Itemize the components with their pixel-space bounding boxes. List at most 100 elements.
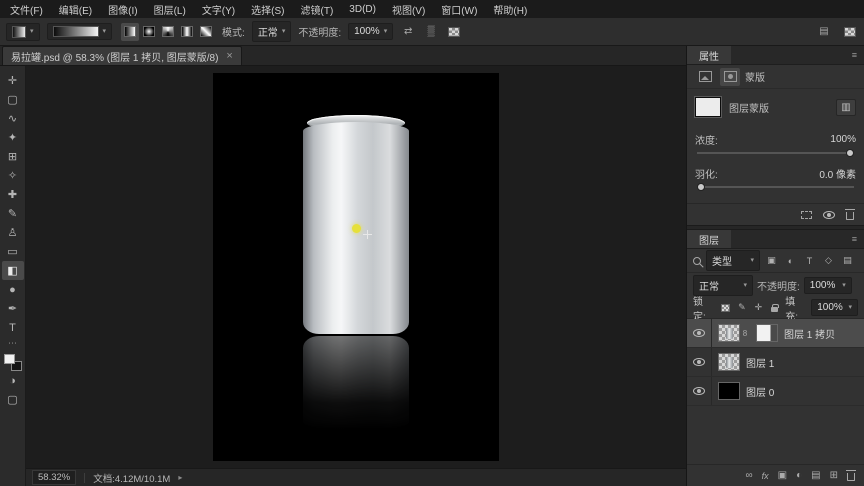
layer-name[interactable]: 图层 1 拷贝 <box>784 326 835 341</box>
load-selection-icon[interactable] <box>801 210 812 219</box>
mask-link-icon[interactable]: 8 <box>740 329 750 338</box>
blend-mode-select[interactable]: 正常 ▾ <box>251 21 292 42</box>
menu-type[interactable]: 文字(Y) <box>194 2 243 17</box>
density-slider-knob[interactable] <box>846 149 854 157</box>
magic-wand-tool[interactable]: ✦ <box>2 128 24 147</box>
feather-slider-knob[interactable] <box>697 183 705 191</box>
menu-file[interactable]: 文件(F) <box>2 2 51 17</box>
delete-layer-icon[interactable] <box>846 469 856 481</box>
layer-name[interactable]: 图层 0 <box>746 384 774 399</box>
lasso-tool[interactable]: ∿ <box>2 109 24 128</box>
visibility-cell[interactable] <box>687 348 712 376</box>
feather-value[interactable]: 0.0 像素 <box>819 166 856 181</box>
angle-gradient-button[interactable] <box>159 23 177 41</box>
document-canvas[interactable] <box>213 73 499 461</box>
eraser-tool[interactable]: ▭ <box>2 242 24 261</box>
tab-layers[interactable]: 图层 <box>687 230 731 248</box>
layer-thumbnail[interactable] <box>718 382 740 400</box>
opacity-select[interactable]: 100% ▾ <box>348 23 394 40</box>
gradient-tool[interactable]: ◧ <box>1 261 24 280</box>
add-mask-icon[interactable]: ▣ <box>778 470 787 481</box>
radial-gradient-button[interactable] <box>140 23 158 41</box>
layer-thumbnail[interactable] <box>718 353 740 371</box>
layer-mask-thumbnail[interactable] <box>756 324 778 342</box>
menu-image[interactable]: 图像(I) <box>100 2 145 17</box>
menu-help[interactable]: 帮助(H) <box>485 2 535 17</box>
reverse-icon[interactable]: ⇄ <box>400 24 416 39</box>
linear-gradient-button[interactable] <box>121 22 140 41</box>
type-filter-icon[interactable]: T <box>802 253 817 269</box>
menu-select[interactable]: 选择(S) <box>243 2 292 17</box>
menu-window[interactable]: 窗口(W) <box>433 2 485 17</box>
lock-pixels-icon[interactable]: ✎ <box>736 301 749 315</box>
document-size-info[interactable]: 文档:4.12M/10.1M <box>93 471 170 485</box>
visibility-cell[interactable] <box>687 319 712 347</box>
zoom-level-field[interactable]: 58.32% <box>32 470 77 485</box>
adjustment-filter-icon[interactable]: ◐ <box>783 253 798 269</box>
document-tab[interactable]: 易拉罐.psd @ 58.3% (图层 1 拷贝, 图层蒙版/8) × <box>2 46 242 65</box>
density-slider[interactable] <box>697 149 854 157</box>
link-layers-icon[interactable]: ∞ <box>746 470 753 481</box>
clone-stamp-tool[interactable]: ♙ <box>2 223 24 242</box>
tool-preset-picker[interactable]: ▾ <box>6 22 40 41</box>
layer-opacity-select[interactable]: 100% ▾ <box>803 276 852 294</box>
shape-filter-icon[interactable]: ◇ <box>821 253 836 269</box>
menu-filter[interactable]: 滤镜(T) <box>293 2 342 17</box>
move-tool[interactable]: ✛ <box>2 71 24 90</box>
fill-select[interactable]: 100% ▾ <box>811 299 859 316</box>
panel-menu-icon[interactable]: ≡ <box>845 46 864 64</box>
menu-3d[interactable]: 3D(D) <box>341 4 384 15</box>
pixel-mask-button[interactable] <box>695 68 715 86</box>
blur-tool[interactable]: ● <box>2 280 24 299</box>
layer-mask-button[interactable] <box>720 67 740 86</box>
density-value[interactable]: 100% <box>830 134 856 145</box>
panel-menu-icon[interactable]: ≡ <box>845 230 864 248</box>
lock-transparency-icon[interactable] <box>719 301 732 315</box>
eyedropper-tool[interactable]: ✧ <box>2 166 24 185</box>
close-icon[interactable]: × <box>226 50 232 62</box>
mask-options-button[interactable]: ▥ <box>836 98 856 116</box>
layer-row-layer1-copy[interactable]: 8 图层 1 拷贝 <box>687 319 864 348</box>
new-group-icon[interactable]: ▤ <box>811 470 820 481</box>
edit-toolbar-icon[interactable]: ⋯ <box>8 337 17 349</box>
lock-all-icon[interactable] <box>769 301 782 315</box>
status-popup-icon[interactable]: ▸ <box>178 473 182 482</box>
filter-type-select[interactable]: 类型 ▾ <box>706 250 760 271</box>
marquee-tool[interactable]: ▢ <box>2 90 24 109</box>
menu-view[interactable]: 视图(V) <box>384 2 433 17</box>
visibility-cell[interactable] <box>687 377 712 405</box>
adjustment-layer-icon[interactable]: ◐ <box>796 470 802 481</box>
screen-mode-tool[interactable]: ▢ <box>2 390 24 409</box>
transparency-icon[interactable] <box>446 24 462 39</box>
mask-visibility-eye-icon[interactable] <box>823 210 835 219</box>
menu-layer[interactable]: 图层(L) <box>146 2 194 17</box>
smart-object-filter-icon[interactable]: ▤ <box>840 253 855 269</box>
healing-brush-tool[interactable]: ✚ <box>2 185 24 204</box>
delete-mask-icon[interactable] <box>845 208 855 220</box>
feather-slider[interactable] <box>697 183 854 191</box>
workspace-icon[interactable]: ▤ <box>816 24 832 39</box>
panels-toggle-icon[interactable] <box>842 24 858 39</box>
layer-row-layer0[interactable]: 图层 0 <box>687 377 864 406</box>
layer-name[interactable]: 图层 1 <box>746 355 774 370</box>
layer-mask-thumbnail[interactable] <box>695 97 721 117</box>
brush-tool[interactable]: ✎ <box>2 204 24 223</box>
gradient-picker[interactable]: ▾ <box>46 23 113 40</box>
pixel-filter-icon[interactable]: ▣ <box>764 253 779 269</box>
layer-row-layer1[interactable]: 图层 1 <box>687 348 864 377</box>
foreground-color-swatch[interactable] <box>3 354 15 364</box>
layer-thumbnail[interactable] <box>718 324 740 342</box>
pen-tool[interactable]: ✒ <box>2 299 24 318</box>
menu-edit[interactable]: 编辑(E) <box>51 2 100 17</box>
canvas-area: 58.32% 文档:4.12M/10.1M ▸ <box>26 66 686 486</box>
dither-icon[interactable]: ▒ <box>423 24 439 39</box>
tab-properties[interactable]: 属性 <box>687 46 731 64</box>
lock-position-icon[interactable]: ✛ <box>752 301 765 315</box>
reflected-gradient-button[interactable] <box>178 23 196 41</box>
quick-mask-tool[interactable]: ◑ <box>2 371 24 390</box>
crop-tool[interactable]: ⊞ <box>2 147 24 166</box>
diamond-gradient-button[interactable] <box>197 23 215 41</box>
type-tool[interactable]: T <box>2 318 24 337</box>
layer-style-icon[interactable]: fx <box>762 471 769 481</box>
new-layer-icon[interactable]: ⊞ <box>830 470 838 481</box>
